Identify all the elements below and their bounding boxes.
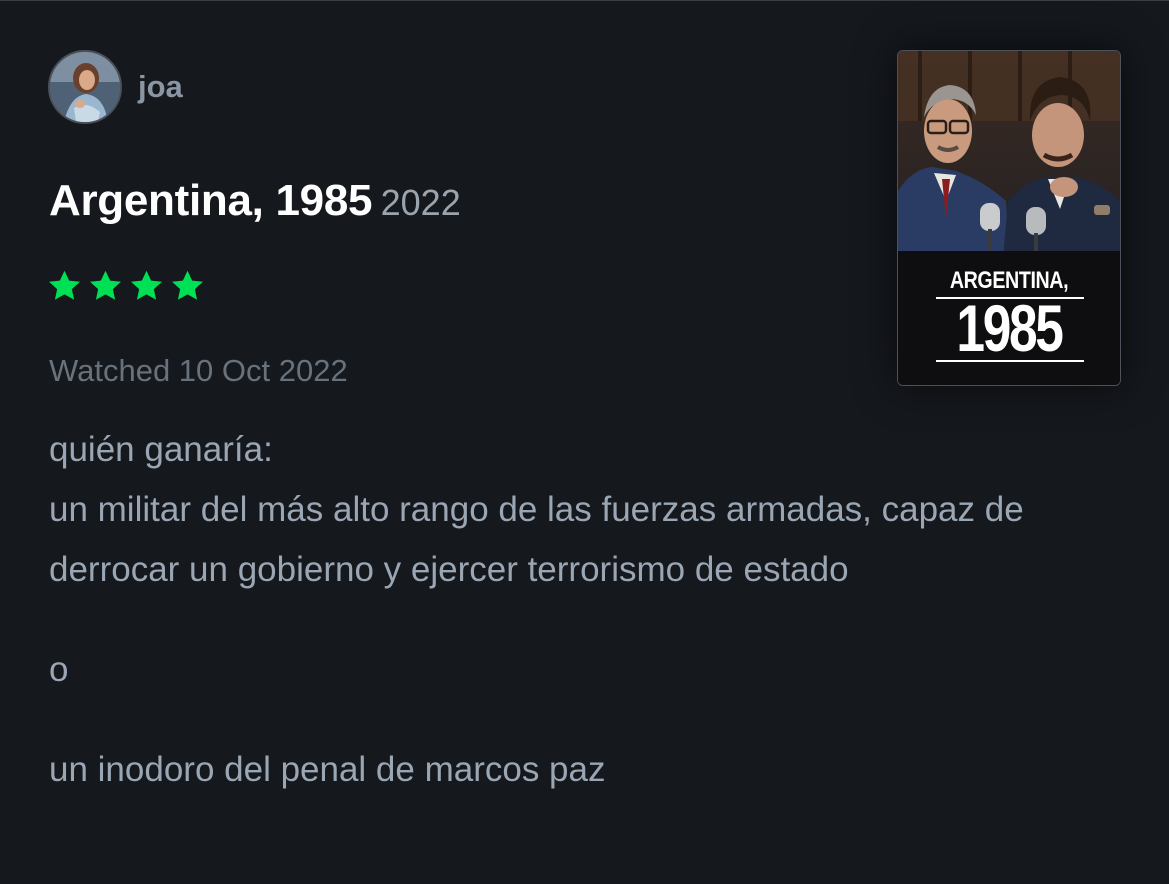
poster-title-line2: 1985 [956, 291, 1064, 365]
star-rating [46, 268, 206, 304]
film-year[interactable]: 2022 [381, 182, 461, 223]
review-body: quién ganaría: un militar del más alto r… [49, 420, 1109, 800]
author-name[interactable]: joa [138, 69, 183, 105]
star-icon [169, 268, 206, 304]
review-paragraph: un inodoro del penal de marcos paz [49, 750, 606, 789]
star-icon [128, 268, 165, 304]
review-paragraph: un militar del más alto rango de las fue… [49, 490, 1024, 589]
film-poster[interactable]: ARGENTINA, 1985 [897, 50, 1121, 386]
film-heading: Argentina, 1985 2022 [49, 176, 461, 226]
star-icon [46, 268, 83, 304]
watched-date: Watched 10 Oct 2022 [49, 353, 348, 388]
poster-divider [936, 360, 1084, 362]
review-author[interactable]: joa [48, 50, 183, 124]
film-title[interactable]: Argentina, 1985 [49, 176, 372, 225]
review-paragraph: o [49, 650, 69, 689]
avatar[interactable] [48, 50, 122, 124]
avatar-image [50, 52, 120, 122]
star-icon [87, 268, 124, 304]
review-card: joa Argentina, 1985 2022 Watched 10 Oct … [0, 0, 1169, 884]
review-paragraph: quién ganaría: [49, 430, 273, 469]
